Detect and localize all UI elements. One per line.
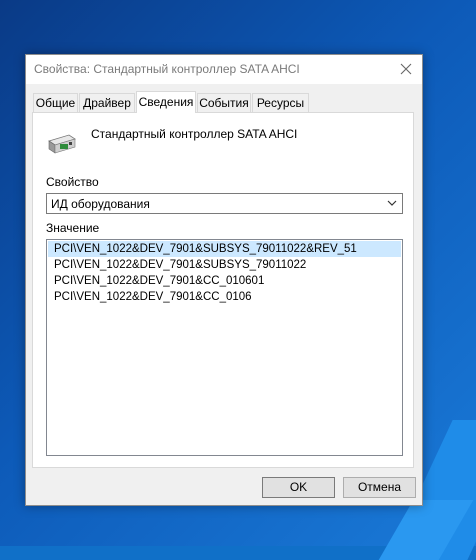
property-dropdown-value: ИД оборудования [51, 197, 150, 211]
title-bar[interactable]: Свойства: Стандартный контроллер SATA AH… [26, 55, 422, 84]
list-item[interactable]: PCI\VEN_1022&DEV_7901&SUBSYS_79011022 [48, 257, 401, 273]
close-button[interactable] [390, 55, 422, 84]
list-item[interactable]: PCI\VEN_1022&DEV_7901&SUBSYS_79011022&RE… [48, 241, 401, 257]
property-dropdown[interactable]: ИД оборудования [46, 193, 403, 214]
window-title: Свойства: Стандартный контроллер SATA AH… [34, 62, 300, 76]
ok-button[interactable]: OK [262, 477, 335, 498]
list-item[interactable]: PCI\VEN_1022&DEV_7901&CC_0106 [48, 289, 401, 305]
property-label: Свойство [46, 175, 99, 189]
storage-controller-icon [47, 133, 77, 158]
tab-details[interactable]: Сведения [136, 91, 196, 113]
list-item[interactable]: PCI\VEN_1022&DEV_7901&CC_010601 [48, 273, 401, 289]
chevron-down-icon [387, 200, 397, 206]
value-list[interactable]: PCI\VEN_1022&DEV_7901&SUBSYS_79011022&RE… [46, 239, 403, 456]
tab-resources[interactable]: Ресурсы [252, 93, 309, 112]
tab-events[interactable]: События [197, 93, 251, 112]
properties-dialog: Свойства: Стандартный контроллер SATA AH… [25, 54, 423, 506]
cancel-button[interactable]: Отмена [343, 477, 416, 498]
value-label: Значение [46, 221, 100, 235]
close-icon [400, 63, 412, 75]
details-panel: Стандартный контроллер SATA AHCI Свойств… [32, 112, 414, 468]
tab-driver[interactable]: Драйвер [79, 93, 135, 112]
device-name: Стандартный контроллер SATA AHCI [91, 127, 298, 141]
tab-general[interactable]: Общие [33, 93, 78, 112]
